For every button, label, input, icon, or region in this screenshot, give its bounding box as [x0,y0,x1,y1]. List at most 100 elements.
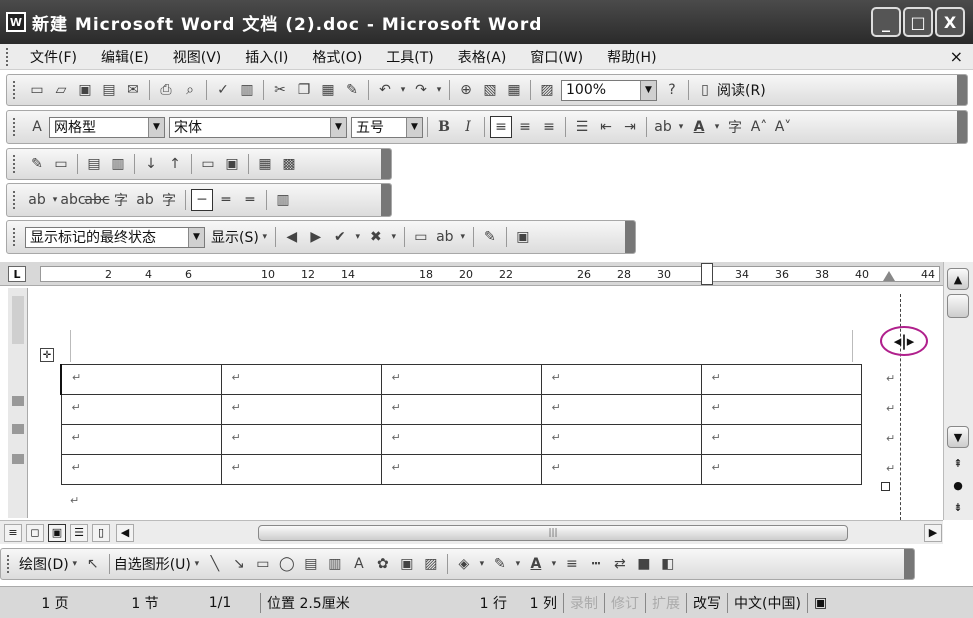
horizontal-scroll-thumb[interactable]: ||| [258,525,848,541]
fill-color-icon[interactable]: ◈ [453,553,475,575]
format-painter-icon[interactable]: ✎ [341,79,363,101]
highlight-dropdown-icon[interactable]: ▾ [676,116,686,138]
toolbar-options-icon[interactable] [625,221,635,253]
reject-dropdown-icon[interactable]: ▾ [389,226,399,248]
single-line-icon[interactable]: ─ [191,189,213,211]
font-color-icon[interactable]: A [688,116,710,138]
redo-dropdown-icon[interactable]: ▾ [434,79,444,101]
reviewing-pane-icon[interactable]: ▣ [512,226,534,248]
toolbar-options-icon[interactable] [957,75,967,105]
menu-help[interactable]: 帮助(H) [595,47,668,67]
web-layout-icon[interactable]: ◻ [26,523,44,542]
scroll-left-icon[interactable]: ◀ [116,523,134,542]
accept-dropdown-icon[interactable]: ▾ [353,226,363,248]
arrow-style-icon[interactable]: ⇄ [609,553,631,575]
combine-characters-icon[interactable]: ab [134,189,156,211]
increase-indent-icon[interactable]: ⇥ [619,116,641,138]
status-record[interactable]: 录制 [564,593,604,613]
document-close-icon[interactable]: × [950,47,963,66]
redo-icon[interactable]: ↷ [410,79,432,101]
toolbar-grip[interactable] [13,228,19,246]
row-marker[interactable] [12,454,24,464]
delete-rows-icon[interactable]: ▥ [107,153,129,175]
line-style-icon[interactable]: ═ [239,189,261,211]
table-properties-icon[interactable]: ▣ [221,153,243,175]
menu-view[interactable]: 视图(V) [161,47,234,67]
table-cell[interactable]: ↵ [700,364,862,395]
table-column-marker[interactable] [701,263,713,285]
italic-icon[interactable]: I [457,116,479,138]
show-menu-button[interactable]: 显示(S) [211,227,259,247]
strikethrough-icon[interactable]: abc [84,189,109,211]
open-icon[interactable]: ▱ [50,79,72,101]
display-for-review-select[interactable]: 显示标记的最终状态 ▼ [25,226,205,248]
table-cell[interactable]: ↵ [700,394,862,425]
table-cell[interactable]: ↵ [60,364,222,395]
print-preview-icon[interactable]: ⌕ [179,79,201,101]
double-line-icon[interactable]: ═ [215,189,237,211]
cut-icon[interactable]: ✂ [269,79,291,101]
read-button[interactable]: 阅读(R) [717,80,766,100]
scroll-down-icon[interactable]: ▼ [947,426,969,448]
document-table[interactable]: ↵ ↵ ↵ ↵ ↵ ↵ ↵ ↵ ↵ ↵ ↵ ↵ ↵ ↵ ↵ ↵ ↵ ↵ ↵ ↵ [60,364,862,485]
highlight-dropdown-icon[interactable]: ▾ [50,189,60,211]
maximize-button[interactable]: □ [903,7,933,37]
spelling-status-icon[interactable]: ▣ [808,595,833,611]
normal-view-icon[interactable]: ≡ [4,523,22,542]
table-cell[interactable]: ↵ [540,454,702,485]
highlight-icon[interactable]: ab [26,189,48,211]
row-marker[interactable] [12,396,24,406]
shrink-font-icon[interactable]: A˅ [772,116,794,138]
line-icon[interactable]: ╲ [204,553,226,575]
zoom-select[interactable]: 100% ▼ [561,79,657,101]
align-right-icon[interactable]: ≡ [538,116,560,138]
font-color-icon[interactable]: A [525,553,547,575]
next-change-icon[interactable]: ▶ [305,226,327,248]
text-box-icon[interactable]: ▤ [300,553,322,575]
table-cell[interactable]: ↵ [60,424,222,455]
font-select[interactable]: 宋体 ▼ [169,116,347,138]
right-indent-marker[interactable] [883,271,895,281]
autoshapes-dropdown-icon[interactable]: ▾ [192,553,202,575]
scroll-right-icon[interactable]: ▶ [924,523,942,542]
previous-change-icon[interactable]: ◀ [281,226,303,248]
draw-dropdown-icon[interactable]: ▾ [70,553,80,575]
table-cell[interactable]: ↵ [60,454,222,485]
reading-layout-icon[interactable]: ▯ [92,523,110,542]
3d-style-icon[interactable]: ◧ [657,553,679,575]
picture-icon[interactable]: ▨ [420,553,442,575]
phonetic-guide-icon[interactable]: 字 [724,116,746,138]
table-cell[interactable]: ↵ [700,454,862,485]
menu-format[interactable]: 格式(O) [300,47,374,67]
insert-table-icon[interactable]: ▦ [503,79,525,101]
select-browse-object-icon[interactable]: ● [947,474,969,496]
undo-dropdown-icon[interactable]: ▾ [398,79,408,101]
table-cell[interactable]: ↵ [220,454,382,485]
undo-icon[interactable]: ↶ [374,79,396,101]
table-cell[interactable]: ↵ [540,394,702,425]
read-icon[interactable]: ▯ [694,79,716,101]
enclose-characters-icon[interactable]: 字 [158,189,180,211]
outline-view-icon[interactable]: ☰ [70,523,88,542]
horizontal-ruler[interactable]: L 2 4 6 10 12 14 18 20 22 26 28 30 34 36… [0,262,943,286]
character-spacing-icon[interactable]: abc [60,189,85,211]
vertical-ruler[interactable] [8,288,28,518]
menu-edit[interactable]: 编辑(E) [89,47,161,67]
style-select[interactable]: 网格型 ▼ [49,116,165,138]
tab-selector[interactable]: L [8,266,26,282]
permission-icon[interactable]: ▤ [98,79,120,101]
scroll-thumb[interactable] [947,294,969,318]
line-color-dropdown-icon[interactable]: ▾ [513,553,523,575]
row-marker[interactable] [12,424,24,434]
word-app-icon[interactable]: W [6,12,26,32]
menu-tools[interactable]: 工具(T) [374,47,445,67]
menu-insert[interactable]: 插入(I) [233,47,300,67]
bold-icon[interactable]: B [433,116,455,138]
spelling-icon[interactable]: ✓ [212,79,234,101]
status-track-changes[interactable]: 修订 [605,593,645,613]
table-cell[interactable]: ↵ [220,364,382,395]
chevron-down-icon[interactable]: ▼ [330,117,346,137]
numbering-icon[interactable]: ☰ [571,116,593,138]
select-objects-icon[interactable]: ↖ [82,553,104,575]
research-icon[interactable]: ▥ [236,79,258,101]
